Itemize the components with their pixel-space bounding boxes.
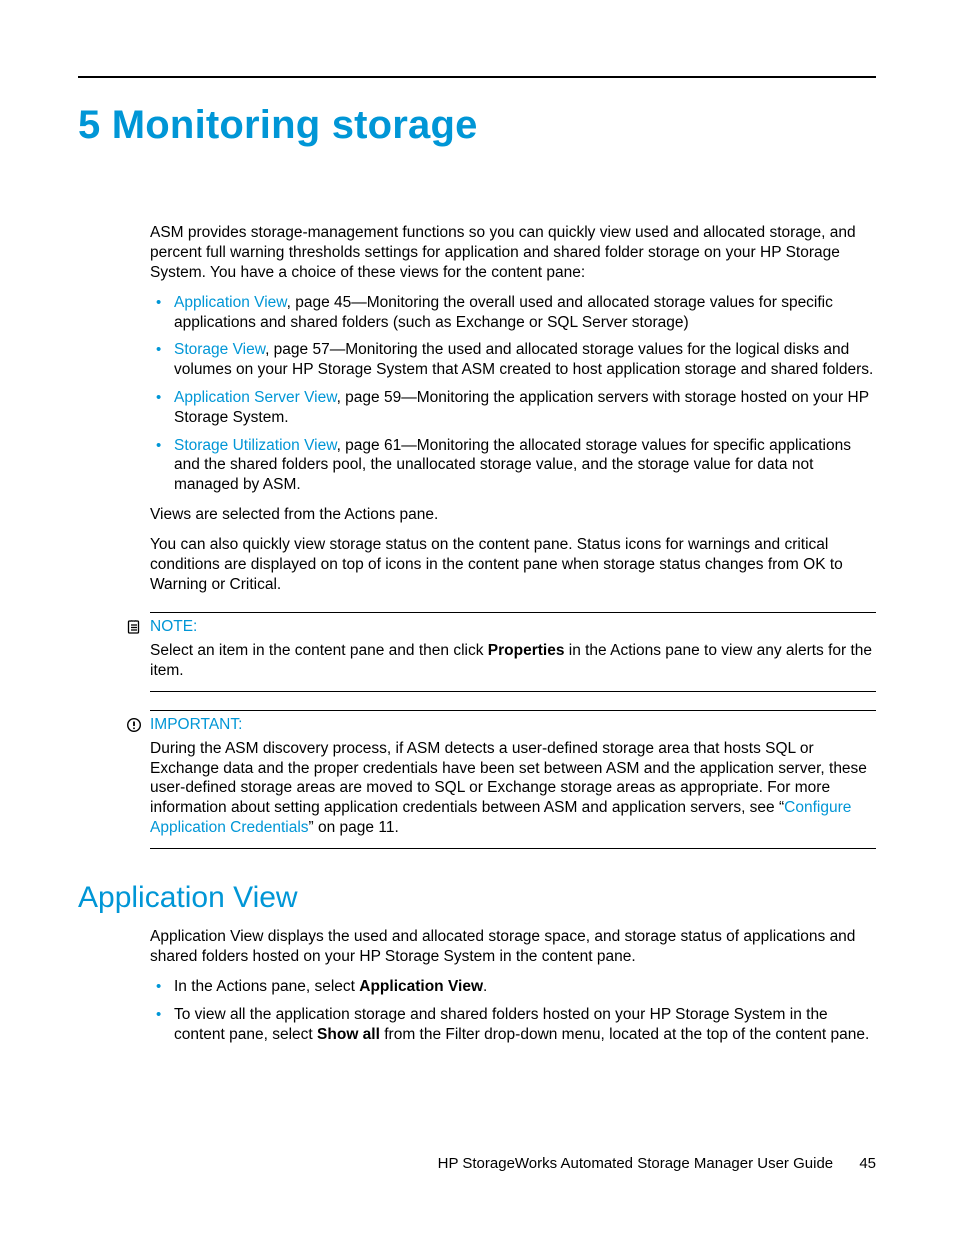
text: During the ASM discovery process, if ASM… xyxy=(150,740,867,816)
rule xyxy=(150,710,876,711)
views-list: Application View, page 45—Monitoring the… xyxy=(150,293,876,495)
bold-text: Application View xyxy=(359,978,483,995)
note-heading: NOTE: xyxy=(126,617,876,637)
section-body: Application View displays the used and a… xyxy=(150,927,876,1044)
page: 5 Monitoring storage ASM provides storag… xyxy=(0,0,954,1235)
important-text: During the ASM discovery process, if ASM… xyxy=(150,739,876,838)
note-icon xyxy=(126,619,142,635)
chapter-heading: 5 Monitoring storage xyxy=(78,100,876,151)
important-label: IMPORTANT: xyxy=(150,715,242,735)
text: . xyxy=(483,978,487,995)
paragraph: You can also quickly view storage status… xyxy=(150,535,876,594)
list-item-text: , page 57—Monitoring the used and alloca… xyxy=(174,341,873,378)
top-rule xyxy=(78,76,876,78)
footer-title: HP StorageWorks Automated Storage Manage… xyxy=(438,1155,834,1172)
text: ” on page 11. xyxy=(309,819,399,836)
text: In the Actions pane, select xyxy=(174,978,359,995)
list-item: Application View, page 45—Monitoring the… xyxy=(174,293,876,333)
link-storage-view[interactable]: Storage View xyxy=(174,341,265,358)
list-item: Application Server View, page 59—Monitor… xyxy=(174,388,876,428)
link-storage-utilization-view[interactable]: Storage Utilization View xyxy=(174,437,337,454)
important-heading: IMPORTANT: xyxy=(126,715,876,735)
link-application-view[interactable]: Application View xyxy=(174,294,287,311)
intro-paragraph: ASM provides storage-management function… xyxy=(150,223,876,282)
bold-text: Show all xyxy=(317,1026,380,1043)
section: Application View Application View displa… xyxy=(78,879,876,1045)
body-text: ASM provides storage-management function… xyxy=(150,223,876,849)
text: Select an item in the content pane and t… xyxy=(150,642,488,659)
list-item: Storage Utilization View, page 61—Monito… xyxy=(174,436,876,495)
paragraph: Views are selected from the Actions pane… xyxy=(150,505,876,525)
page-number: 45 xyxy=(859,1154,876,1173)
text: from the Filter drop-down menu, located … xyxy=(380,1026,869,1043)
rule xyxy=(150,691,876,692)
list-item: Storage View, page 57—Monitoring the use… xyxy=(174,340,876,380)
rule xyxy=(150,612,876,613)
chapter-number: 5 xyxy=(78,103,100,147)
bold-text: Properties xyxy=(488,642,565,659)
page-footer: HP StorageWorks Automated Storage Manage… xyxy=(78,1154,876,1173)
list-item: To view all the application storage and … xyxy=(174,1005,876,1045)
note-admonition: NOTE: Select an item in the content pane… xyxy=(150,612,876,691)
section-list: In the Actions pane, select Application … xyxy=(150,977,876,1044)
important-admonition: IMPORTANT: During the ASM discovery proc… xyxy=(150,710,876,849)
section-heading: Application View xyxy=(78,879,876,917)
note-text: Select an item in the content pane and t… xyxy=(150,641,876,681)
chapter-title: Monitoring storage xyxy=(112,103,478,147)
important-icon xyxy=(126,717,142,733)
note-label: NOTE: xyxy=(150,617,197,637)
note-body: Select an item in the content pane and t… xyxy=(150,641,876,681)
list-item: In the Actions pane, select Application … xyxy=(174,977,876,997)
paragraph: Application View displays the used and a… xyxy=(150,927,876,967)
rule xyxy=(150,848,876,849)
important-body: During the ASM discovery process, if ASM… xyxy=(150,739,876,838)
link-application-server-view[interactable]: Application Server View xyxy=(174,389,337,406)
